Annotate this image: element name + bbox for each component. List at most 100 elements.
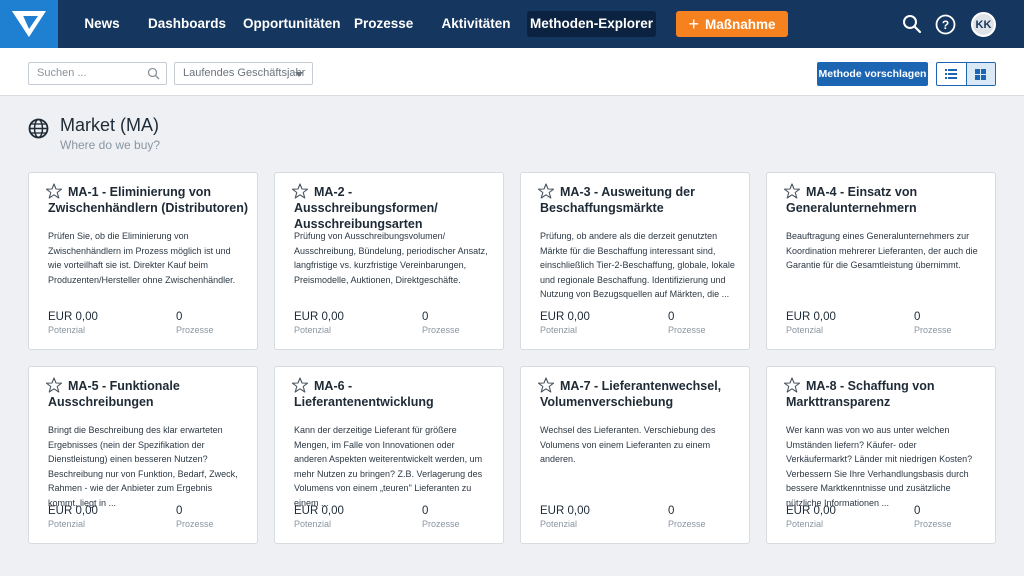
card-processes: 0 Prozesse <box>422 505 460 529</box>
card-processes: 0 Prozesse <box>914 311 952 335</box>
card-description: Prüfung von Ausschreibungsvolumen/ Aussc… <box>294 231 488 285</box>
filter-toolbar: Suchen ... Laufendes Geschäftsjahr Metho… <box>0 48 1024 96</box>
card-processes: 0 Prozesse <box>176 505 214 529</box>
potential-label: Potenzial <box>540 519 578 529</box>
potential-label: Potenzial <box>786 519 824 529</box>
processes-label: Prozesse <box>422 325 460 335</box>
potential-value: EUR 0,00 <box>294 505 344 517</box>
app-logo[interactable] <box>0 0 58 48</box>
processes-value: 0 <box>176 311 183 323</box>
card-processes: 0 Prozesse <box>422 311 460 335</box>
method-card[interactable]: MA-2 - Ausschreibungsformen/ Ausschreibu… <box>274 172 504 350</box>
section-subtitle: Where do we buy? <box>60 138 161 152</box>
processes-label: Prozesse <box>914 519 952 529</box>
method-card[interactable]: MA-3 - Ausweitung der Beschaffungsmärkte… <box>520 172 750 350</box>
card-description: Bringt die Beschreibung des klar erwarte… <box>48 425 238 508</box>
potential-label: Potenzial <box>48 325 86 335</box>
card-description: Prüfen Sie, ob die Eliminierung von Zwis… <box>48 231 236 285</box>
period-select-value: Laufendes Geschäftsjahr <box>183 67 306 79</box>
user-avatar[interactable]: KK <box>971 12 996 37</box>
method-card[interactable]: MA-8 - Schaffung von Markttransparenz Wer… <box>766 366 996 544</box>
processes-value: 0 <box>914 311 921 323</box>
method-card[interactable]: MA-4 - Einsatz von Generalunternehmern Be… <box>766 172 996 350</box>
card-potential: EUR 0,00 Potenzial <box>294 505 344 529</box>
processes-label: Prozesse <box>176 325 214 335</box>
potential-value: EUR 0,00 <box>540 505 590 517</box>
card-description: Wer kann was von wo aus unter welchen Um… <box>786 425 973 508</box>
processes-label: Prozesse <box>176 519 214 529</box>
suggest-method-button[interactable]: Methode vorschlagen <box>817 62 928 86</box>
processes-value: 0 <box>668 311 675 323</box>
plus-icon: + <box>688 14 699 34</box>
method-card[interactable]: MA-1 - Eliminierung von Zwischenhändlern… <box>28 172 258 350</box>
card-processes: 0 Prozesse <box>176 311 214 335</box>
potential-value: EUR 0,00 <box>786 311 836 323</box>
card-title: MA-6 - Lieferantenentwicklung <box>294 379 434 409</box>
search-placeholder: Suchen ... <box>37 67 87 79</box>
card-processes: 0 Prozesse <box>668 505 706 529</box>
svg-text:?: ? <box>941 18 948 32</box>
card-title: MA-8 - Schaffung von Markttransparenz <box>786 379 935 409</box>
processes-value: 0 <box>176 505 183 517</box>
nav-news[interactable]: News <box>80 11 124 37</box>
chevron-down-icon <box>295 72 303 77</box>
card-title: MA-7 - Lieferantenwechsel, Volumenversch… <box>540 379 722 409</box>
nav-aktivitaeten[interactable]: Aktivitäten <box>441 11 511 37</box>
nav-dashboards[interactable]: Dashboards <box>148 11 226 37</box>
method-card[interactable]: MA-5 - Funktionale Ausschreibungen Bringt… <box>28 366 258 544</box>
card-potential: EUR 0,00 Potenzial <box>786 505 836 529</box>
potential-value: EUR 0,00 <box>48 505 98 517</box>
card-potential: EUR 0,00 Potenzial <box>540 505 590 529</box>
potential-label: Potenzial <box>294 325 332 335</box>
card-title: MA-3 - Ausweitung der Beschaffungsmärkte <box>540 185 695 215</box>
card-description: Beauftragung eines Generalunternehmers z… <box>786 231 978 271</box>
add-massnahme-button[interactable]: + Maßnahme <box>676 11 788 37</box>
potential-label: Potenzial <box>786 325 824 335</box>
card-potential: EUR 0,00 Potenzial <box>48 311 98 335</box>
add-massnahme-label: Maßnahme <box>705 16 776 32</box>
card-title: MA-1 - Eliminierung von Zwischenhändlern… <box>48 185 249 215</box>
card-potential: EUR 0,00 Potenzial <box>786 311 836 335</box>
processes-value: 0 <box>668 505 675 517</box>
processes-label: Prozesse <box>668 325 706 335</box>
list-view-icon[interactable] <box>937 63 966 85</box>
nav-methoden-explorer[interactable]: Methoden-Explorer <box>527 11 656 37</box>
processes-value: 0 <box>914 505 921 517</box>
card-potential: EUR 0,00 Potenzial <box>540 311 590 335</box>
card-description: Kann der derzeitige Lieferant für größer… <box>294 425 483 508</box>
potential-label: Potenzial <box>540 325 578 335</box>
processes-value: 0 <box>422 505 429 517</box>
search-icon[interactable] <box>900 12 924 36</box>
search-input[interactable]: Suchen ... <box>28 62 167 85</box>
view-toggle <box>936 62 996 86</box>
card-title: MA-4 - Einsatz von Generalunternehmern <box>786 185 918 215</box>
nav-prozesse[interactable]: Prozesse <box>354 11 413 37</box>
processes-label: Prozesse <box>668 519 706 529</box>
card-processes: 0 Prozesse <box>668 311 706 335</box>
card-title: MA-2 - Ausschreibungsformen/ Ausschreibu… <box>294 185 438 231</box>
nav-opportunitaeten[interactable]: Opportunitäten <box>243 11 341 37</box>
potential-value: EUR 0,00 <box>48 311 98 323</box>
potential-value: EUR 0,00 <box>294 311 344 323</box>
top-navbar: News Dashboards Opportunitäten Prozesse … <box>0 0 1024 48</box>
help-icon[interactable]: ? <box>933 12 957 36</box>
potential-label: Potenzial <box>48 519 86 529</box>
method-card[interactable]: MA-7 - Lieferantenwechsel, Volumenversch… <box>520 366 750 544</box>
card-potential: EUR 0,00 Potenzial <box>48 505 98 529</box>
search-field-icon <box>147 67 160 85</box>
section-title: Market (MA) <box>60 115 159 135</box>
potential-value: EUR 0,00 <box>540 311 590 323</box>
potential-value: EUR 0,00 <box>786 505 836 517</box>
globe-icon <box>28 118 49 144</box>
potential-label: Potenzial <box>294 519 332 529</box>
card-description: Wechsel des Lieferanten. Verschiebung de… <box>540 425 716 465</box>
processes-value: 0 <box>422 311 429 323</box>
method-card[interactable]: MA-6 - Lieferantenentwicklung Kann der de… <box>274 366 504 544</box>
processes-label: Prozesse <box>422 519 460 529</box>
card-title: MA-5 - Funktionale Ausschreibungen <box>48 379 180 409</box>
card-description: Prüfung, ob andere als die derzeit genut… <box>540 231 735 300</box>
card-processes: 0 Prozesse <box>914 505 952 529</box>
card-potential: EUR 0,00 Potenzial <box>294 311 344 335</box>
grid-view-icon[interactable] <box>965 63 995 85</box>
period-select[interactable]: Laufendes Geschäftsjahr <box>174 62 313 85</box>
